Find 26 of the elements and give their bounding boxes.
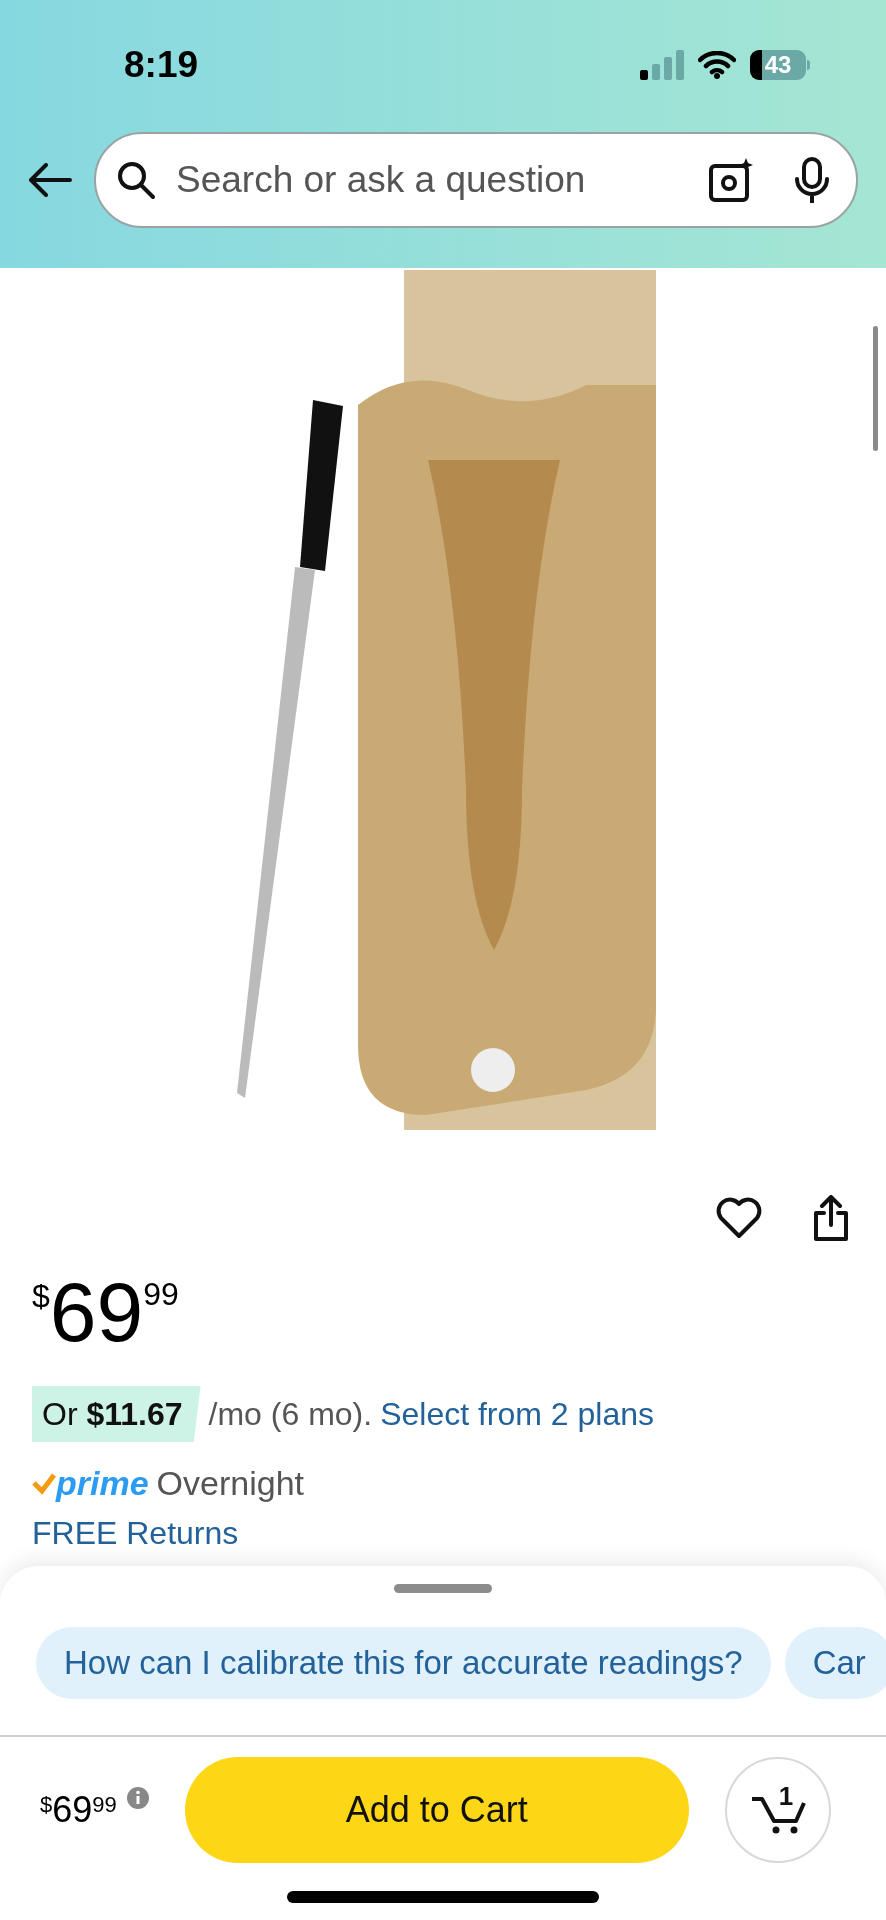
back-arrow-icon[interactable] [28, 163, 72, 197]
plans-link[interactable]: Select from 2 plans [380, 1390, 655, 1438]
delivery-speed: Overnight [156, 1463, 304, 1504]
wifi-icon [698, 51, 736, 79]
status-time: 8:19 [124, 43, 199, 88]
cart-count: 1 [778, 1783, 794, 1809]
camera-icon[interactable] [708, 157, 754, 203]
suggestion-chip[interactable]: Car [784, 1627, 886, 1699]
sheet-handle[interactable] [394, 1584, 492, 1593]
heart-icon[interactable] [716, 1197, 762, 1239]
installment-offer: Or $11.67 [32, 1386, 201, 1442]
suggestion-chip[interactable]: How can I calibrate this for accurate readings? [36, 1627, 771, 1699]
installment-terms: /mo (6 mo). [208, 1395, 373, 1434]
search-icon [116, 160, 156, 200]
microphone-icon[interactable] [794, 157, 830, 203]
add-to-cart-button[interactable]: Add to Cart [184, 1757, 689, 1863]
cart-button[interactable]: 1 [724, 1757, 831, 1863]
battery-indicator: 43 [750, 50, 810, 80]
signal-icon [640, 50, 684, 80]
info-icon[interactable] [126, 1787, 149, 1809]
check-icon [32, 1472, 56, 1495]
prime-logo: prime [32, 1458, 149, 1509]
share-icon[interactable] [812, 1195, 850, 1241]
search-bar[interactable]: Search or ask a question [94, 132, 858, 228]
returns-link[interactable]: FREE Returns [32, 1517, 854, 1549]
search-input[interactable]: Search or ask a question [176, 152, 688, 208]
